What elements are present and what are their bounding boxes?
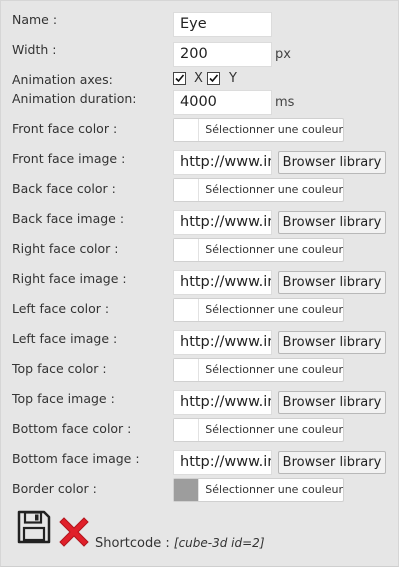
axis-y-label: Y — [229, 71, 237, 86]
right-color-swatch — [174, 239, 200, 261]
front-color-picker[interactable]: Sélectionner une couleur — [173, 118, 344, 142]
name-input[interactable]: Eye — [173, 12, 272, 37]
width-unit: px — [275, 47, 291, 62]
bottom-image-label: Bottom face image : — [12, 451, 140, 466]
width-input[interactable]: 200 — [173, 42, 272, 67]
width-label: Width : — [12, 42, 57, 57]
bottom-color-swatch — [174, 419, 200, 441]
save-icon[interactable] — [17, 510, 51, 544]
back-color-label: Back face color : — [12, 181, 116, 196]
bottom-image-browse-button[interactable]: Browser library — [278, 451, 386, 474]
front-image-input[interactable]: http://www.in — [173, 150, 272, 175]
check-icon — [175, 74, 185, 83]
front-image-browse-button[interactable]: Browser library — [278, 151, 386, 174]
right-image-input[interactable]: http://www.in — [173, 270, 272, 295]
animation-duration-input[interactable]: 4000 — [173, 90, 272, 115]
shortcode-label: Shortcode : — [95, 536, 170, 551]
axis-x-checkbox[interactable] — [173, 72, 186, 85]
shortcode-value: [cube-3d id=2] — [173, 536, 265, 550]
check-icon — [209, 74, 219, 83]
top-image-input[interactable]: http://www.in — [173, 390, 272, 415]
axis-x-label: X — [194, 71, 203, 86]
left-color-button-label: Sélectionner une couleur — [205, 303, 343, 316]
right-image-browse-button[interactable]: Browser library — [278, 271, 386, 294]
back-color-swatch — [174, 179, 200, 201]
bottom-color-button-label: Sélectionner une couleur — [205, 423, 343, 436]
bottom-color-label: Bottom face color : — [12, 421, 132, 436]
top-color-picker[interactable]: Sélectionner une couleur — [173, 358, 344, 382]
right-color-picker[interactable]: Sélectionner une couleur — [173, 238, 344, 262]
border-color-button-label: Sélectionner une couleur — [205, 483, 343, 496]
animation-duration-label: Animation duration: — [12, 91, 137, 106]
border-color-swatch — [174, 479, 200, 501]
back-color-button-label: Sélectionner une couleur — [205, 183, 343, 196]
delete-icon[interactable] — [57, 515, 91, 549]
top-color-swatch — [174, 359, 200, 381]
front-color-label: Front face color : — [12, 121, 118, 136]
left-image-browse-button[interactable]: Browser library — [278, 331, 386, 354]
bottom-color-picker[interactable]: Sélectionner une couleur — [173, 418, 344, 442]
left-color-label: Left face color : — [12, 301, 110, 316]
front-image-label: Front face image : — [12, 151, 126, 166]
top-color-label: Top face color : — [12, 361, 107, 376]
right-color-label: Right face color : — [12, 241, 119, 256]
border-color-label: Border color : — [12, 481, 97, 496]
right-image-label: Right face image : — [12, 271, 127, 286]
back-image-input[interactable]: http://www.in — [173, 210, 272, 235]
top-color-button-label: Sélectionner une couleur — [205, 363, 343, 376]
axis-y-checkbox[interactable] — [207, 72, 220, 85]
bottom-image-input[interactable]: http://www.in — [173, 450, 272, 475]
settings-panel: Name : Eye Width : 200 px Animation axes… — [0, 0, 399, 567]
left-image-label: Left face image : — [12, 331, 118, 346]
front-color-button-label: Sélectionner une couleur — [205, 123, 343, 136]
left-color-swatch — [174, 299, 200, 321]
back-image-label: Back face image : — [12, 211, 125, 226]
right-color-button-label: Sélectionner une couleur — [205, 243, 343, 256]
left-image-input[interactable]: http://www.in — [173, 330, 272, 355]
border-color-picker[interactable]: Sélectionner une couleur — [173, 478, 344, 502]
name-label: Name : — [12, 12, 58, 27]
left-color-picker[interactable]: Sélectionner une couleur — [173, 298, 344, 322]
top-image-label: Top face image : — [12, 391, 115, 406]
duration-unit: ms — [275, 95, 295, 110]
animation-axes-label: Animation axes: — [12, 72, 113, 87]
back-image-browse-button[interactable]: Browser library — [278, 211, 386, 234]
front-color-swatch — [174, 119, 200, 141]
top-image-browse-button[interactable]: Browser library — [278, 391, 386, 414]
back-color-picker[interactable]: Sélectionner une couleur — [173, 178, 344, 202]
shortcode: Shortcode : [cube-3d id=2] — [95, 536, 265, 551]
